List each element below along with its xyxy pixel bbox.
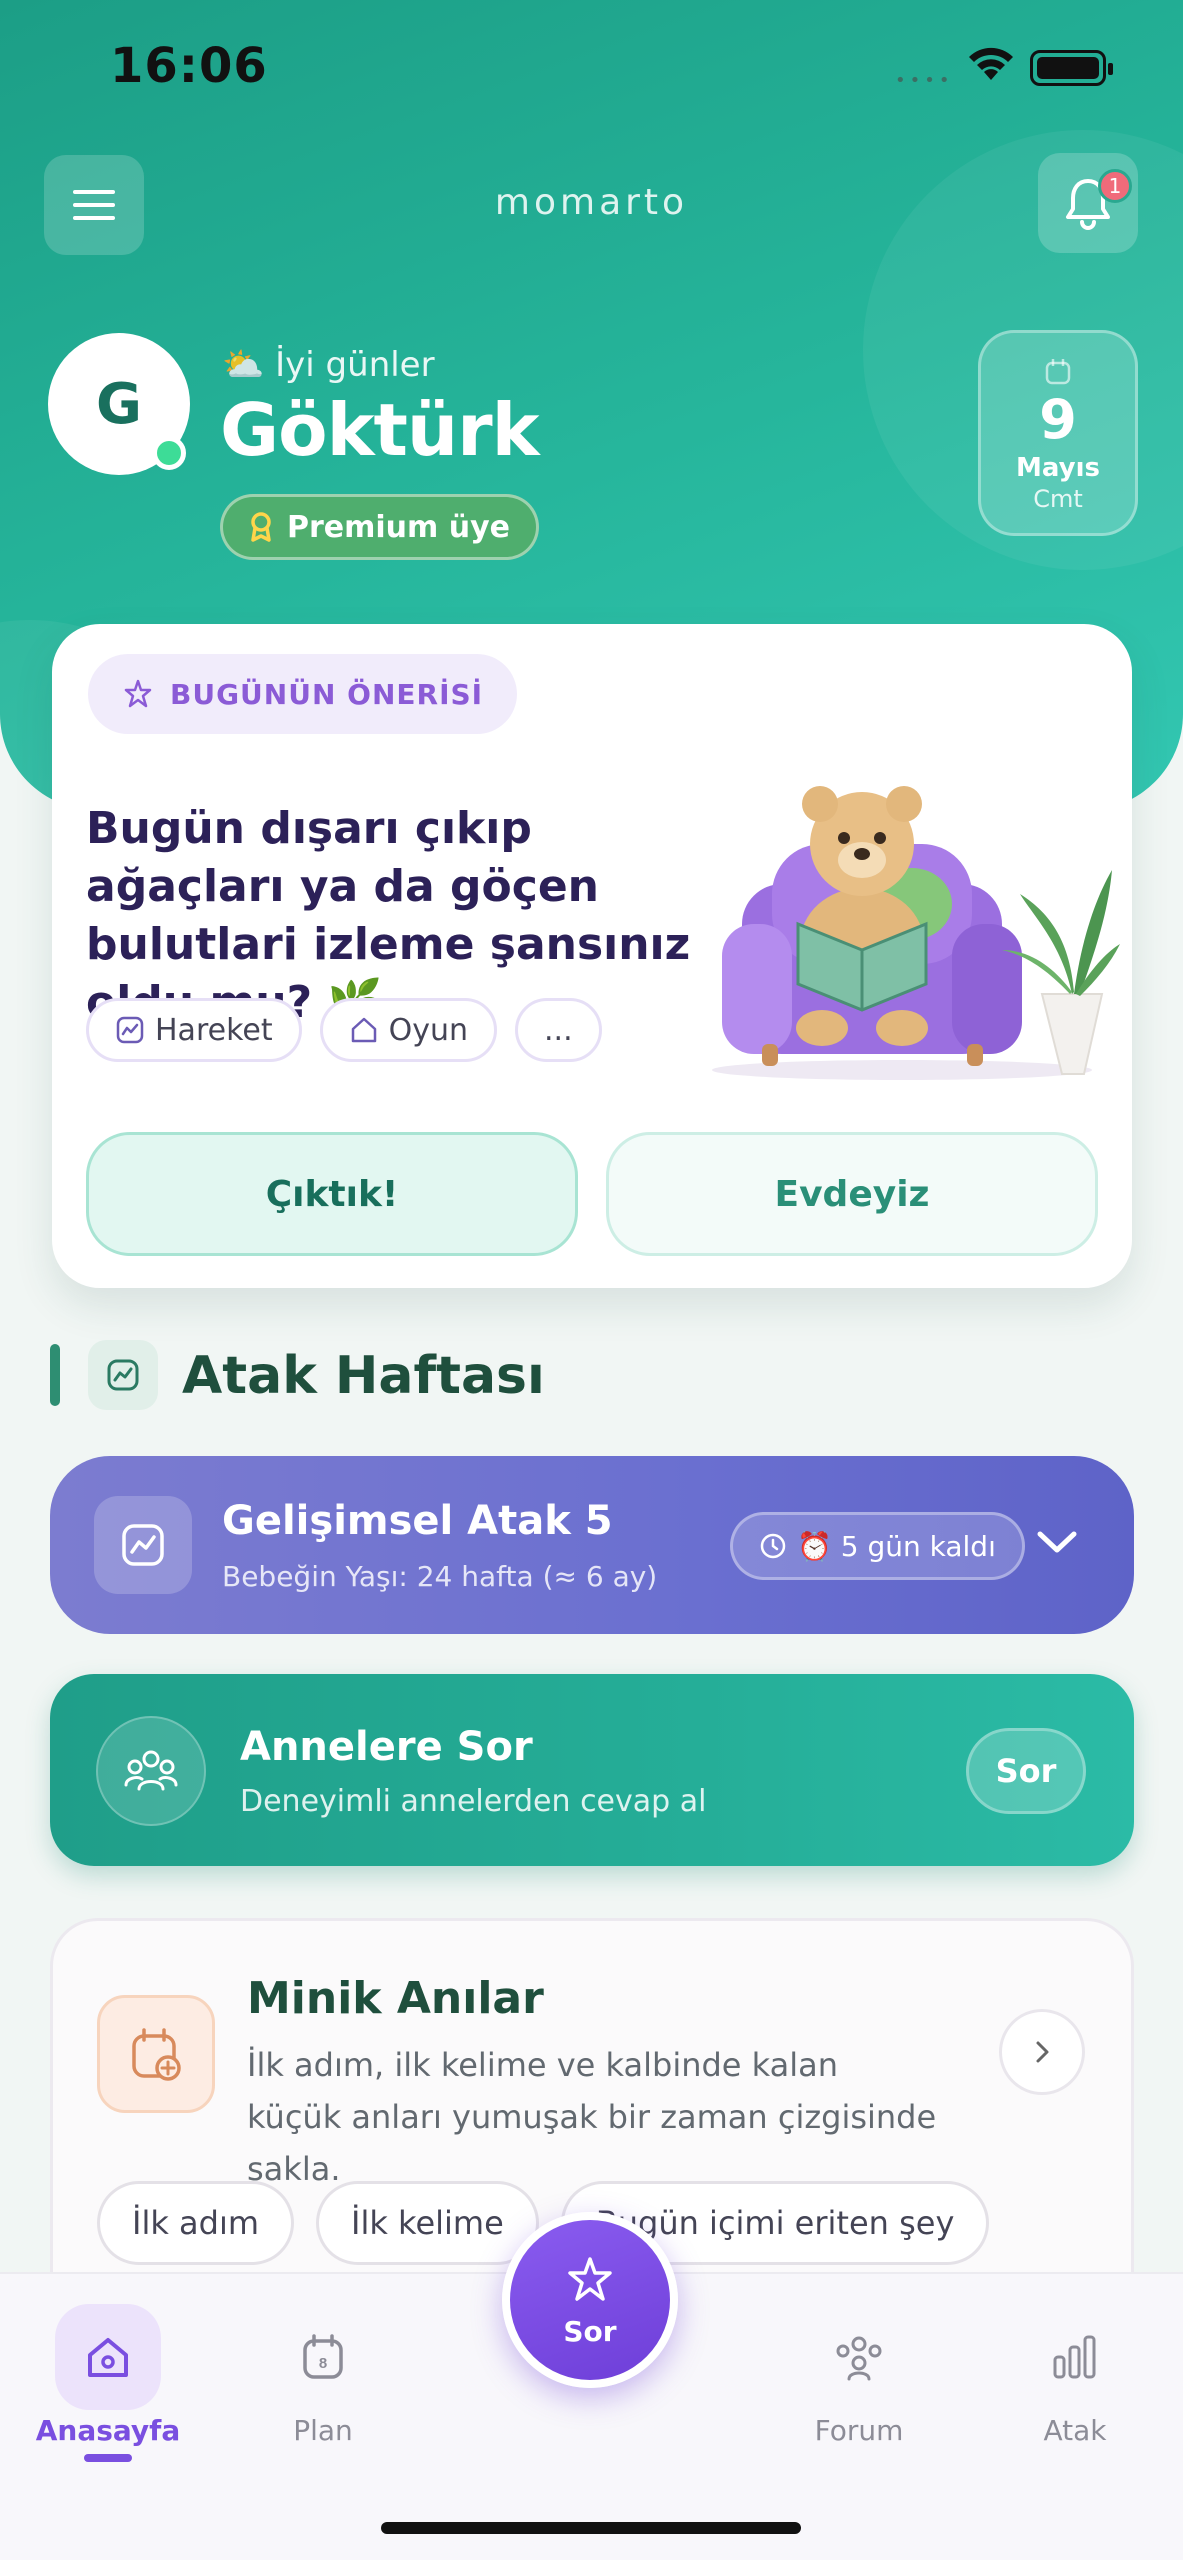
premium-badge[interactable]: Premium üye [220,494,539,560]
chip-hareket[interactable]: Hareket [86,998,302,1062]
date-card[interactable]: 9 Mayıs Cmt [978,330,1138,536]
went-out-button[interactable]: Çıktık! [86,1132,578,1256]
chevron-right-icon[interactable] [999,2009,1085,2095]
community-icon [96,1716,206,1826]
wifi-icon [965,42,1017,86]
signal-dots: •••• [895,70,954,91]
leap-title: Gelişimsel Atak 5 [222,1498,613,1544]
home-icon [55,2304,161,2410]
suggestion-tag: BUGÜNÜN ÖNERİSİ [88,654,518,734]
home-indicator [381,2522,801,2534]
home-outline-icon [351,1017,376,1043]
leap-week-card[interactable]: Gelişimsel Atak 5 Bebeğin Yaşı: 24 hafta… [50,1456,1134,1634]
nav-plan[interactable]: 8 Plan [223,2304,423,2447]
online-status-dot [152,436,186,470]
user-name: Göktürk [220,388,540,472]
nav-label: Plan [293,2414,353,2447]
nav-label: Anasayfa [35,2414,181,2447]
suggestion-tag-label: BUGÜNÜN ÖNERİSİ [170,677,484,711]
memory-calendar-icon [97,1995,215,2113]
svg-text:8: 8 [319,2355,327,2372]
section-title: Atak Haftası [182,1346,545,1406]
date-month: Mayıs [1016,453,1100,483]
clock-icon [760,1533,786,1559]
teddy-bear-illustration [712,786,1120,1080]
nav-label: Forum [814,2414,904,2447]
calendar-small-icon [1045,359,1071,385]
nav-label: Atak [1043,2414,1107,2447]
chip-more[interactable]: ... [515,998,602,1062]
chevron-down-icon[interactable] [1032,1522,1082,1566]
calendar-icon: 8 [270,2304,376,2410]
memory-tag[interactable]: İlk adım [97,2181,295,2265]
status-time: 16:06 [110,38,268,94]
baby-age: Bebeğin Yaşı: 24 hafta (≈ 6 ay) [222,1560,658,1593]
ask-fab-button[interactable]: Sor [502,2212,678,2388]
battery-icon [1030,50,1113,86]
section-accent-bar [50,1344,60,1406]
memories-description: İlk adım, ilk kelime ve kalbinde kalan k… [247,2046,937,2188]
bar-chart-icon [1022,2304,1128,2410]
growth-chart-icon [94,1496,192,1594]
chip-oyun[interactable]: Oyun [319,998,498,1062]
notifications-button[interactable]: 1 [1038,153,1138,253]
date-day: 9 [1039,388,1077,451]
chip-label: ... [544,1012,573,1048]
award-icon [251,512,271,542]
ask-mothers-card[interactable]: Annelere Sor Deneyimli annelerden cevap … [50,1674,1134,1866]
ask-button[interactable]: Sor [966,1728,1086,1814]
sparkle-star-icon [124,679,152,708]
active-indicator [84,2454,132,2462]
memories-title: Minik Anılar [247,1973,544,2024]
fab-label: Sor [563,2314,617,2348]
premium-label: Premium üye [287,509,510,545]
notification-badge: 1 [1098,169,1132,203]
nav-atak[interactable]: Atak [975,2304,1175,2447]
daily-suggestion-card: BUGÜNÜN ÖNERİSİ Bugün dışarı çıkıp ağaçl… [52,624,1132,1288]
activity-icon [116,1016,144,1044]
nav-forum[interactable]: Forum [759,2304,959,2447]
partly-sunny-icon: ⛅ [222,345,265,385]
sparkle-star-icon [568,2256,612,2301]
chip-label: Oyun [388,1012,469,1048]
trend-icon [88,1340,158,1410]
nav-home[interactable]: Anasayfa [8,2304,208,2447]
chip-label: Hareket [155,1012,273,1048]
days-left-label: ⏰ 5 gün kaldı [797,1529,996,1563]
date-weekday: Cmt [1033,485,1083,513]
memory-tag[interactable]: İlk kelime [316,2181,539,2265]
suggestion-chips: Hareket Oyun ... [86,998,602,1062]
ask-mothers-title: Annelere Sor [240,1724,533,1770]
greeting-text: İyi günler [275,345,435,385]
greeting: ⛅ İyi günler [222,345,435,385]
people-icon [806,2304,912,2410]
ask-mothers-subtitle: Deneyimli annelerden cevap al [240,1784,707,1819]
at-home-button[interactable]: Evdeyiz [606,1132,1098,1256]
brand-title: momarto [494,182,689,223]
days-left-badge: ⏰ 5 gün kaldı [730,1512,1025,1580]
